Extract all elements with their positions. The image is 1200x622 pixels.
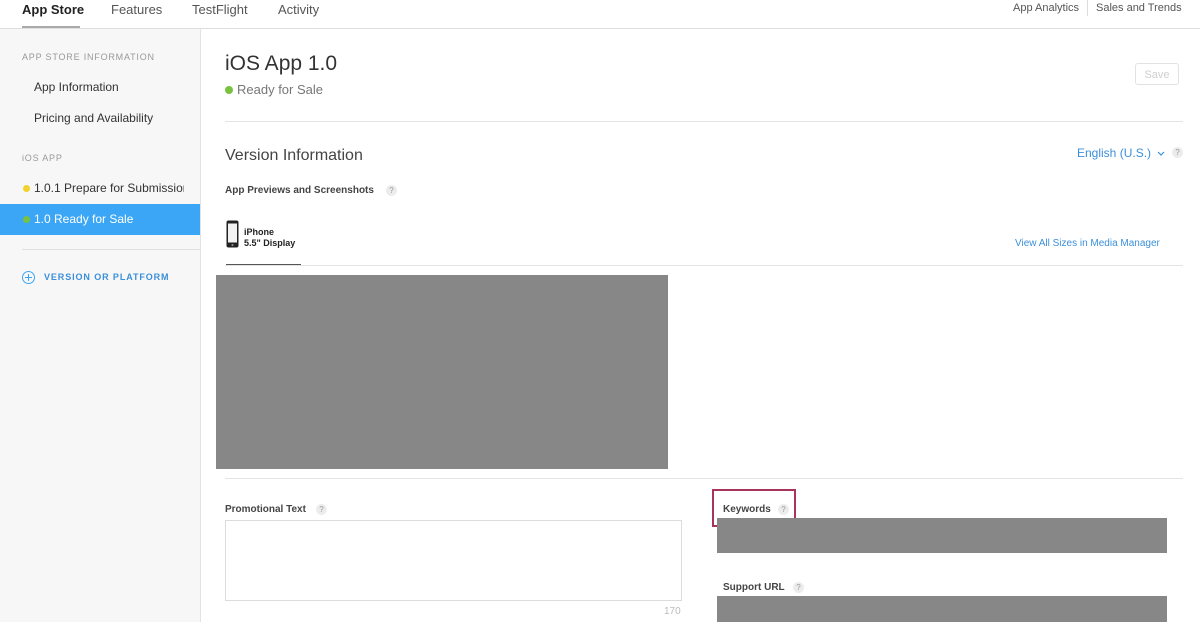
help-icon[interactable]: ? bbox=[778, 504, 789, 515]
help-icon[interactable]: ? bbox=[386, 185, 397, 196]
sidebar-item-version-1-0[interactable]: 1.0 Ready for Sale bbox=[0, 204, 200, 235]
section-title: Version Information bbox=[225, 147, 363, 164]
support-url-label: Support URL bbox=[723, 582, 785, 593]
plus-circle-icon bbox=[22, 271, 35, 284]
status-dot-prepare bbox=[23, 185, 30, 192]
help-icon[interactable]: ? bbox=[316, 504, 327, 515]
status-text: Ready for Sale bbox=[237, 82, 323, 97]
sidebar: APP STORE INFORMATION App Information Pr… bbox=[0, 29, 201, 622]
media-divider bbox=[225, 478, 1183, 479]
section-header-app-store-information: APP STORE INFORMATION bbox=[22, 52, 155, 62]
status-dot-ready bbox=[23, 216, 30, 223]
device-tabs-divider bbox=[225, 265, 1183, 266]
help-icon[interactable]: ? bbox=[793, 582, 804, 593]
tab-features[interactable]: Features bbox=[111, 2, 162, 17]
keywords-field[interactable] bbox=[717, 518, 1167, 553]
help-icon[interactable]: ? bbox=[1172, 147, 1183, 158]
iphone-icon bbox=[226, 220, 239, 248]
view-all-sizes-link[interactable]: View All Sizes in Media Manager bbox=[1015, 238, 1160, 249]
sidebar-item-label: 1.0 Ready for Sale bbox=[34, 212, 134, 226]
app-analytics-link[interactable]: App Analytics bbox=[1013, 2, 1079, 14]
keywords-label: Keywords bbox=[723, 504, 771, 515]
nav-divider bbox=[1087, 0, 1088, 16]
tab-activity[interactable]: Activity bbox=[278, 2, 319, 17]
screenshot-placeholder[interactable] bbox=[216, 275, 668, 469]
promotional-text-label: Promotional Text bbox=[225, 504, 306, 515]
sidebar-divider bbox=[22, 249, 200, 250]
section-header-ios-app: iOS APP bbox=[22, 153, 63, 163]
support-url-field[interactable] bbox=[717, 596, 1167, 622]
tab-app-store[interactable]: App Store bbox=[22, 2, 84, 17]
chevron-down-icon bbox=[1157, 146, 1165, 160]
device-size: 5.5" Display bbox=[244, 238, 296, 248]
sales-and-trends-link[interactable]: Sales and Trends bbox=[1096, 2, 1182, 14]
character-counter: 170 bbox=[664, 606, 681, 617]
status-dot-ready bbox=[225, 86, 233, 94]
sidebar-item-app-information[interactable]: App Information bbox=[34, 80, 119, 94]
promotional-text-field[interactable] bbox=[225, 520, 682, 601]
sidebar-item-label: 1.0.1 Prepare for Submission bbox=[34, 181, 184, 195]
language-select[interactable]: English (U.S.) bbox=[1077, 146, 1165, 160]
header-divider bbox=[225, 121, 1183, 122]
sidebar-item-pricing-availability[interactable]: Pricing and Availability bbox=[34, 111, 153, 125]
device-tab-iphone-5-5[interactable]: iPhone 5.5" Display bbox=[244, 227, 295, 249]
tab-testflight[interactable]: TestFlight bbox=[192, 2, 248, 17]
add-version-label: VERSION OR PLATFORM bbox=[44, 272, 170, 282]
top-nav: App Store Features TestFlight Activity A… bbox=[0, 0, 1200, 29]
previews-label: App Previews and Screenshots bbox=[225, 185, 374, 196]
active-tab-indicator bbox=[22, 26, 80, 28]
device-name: iPhone bbox=[244, 227, 275, 237]
page-title: iOS App 1.0 bbox=[225, 52, 338, 75]
sidebar-item-version-1-0-1[interactable]: 1.0.1 Prepare for Submission bbox=[0, 173, 200, 204]
language-label: English (U.S.) bbox=[1077, 146, 1152, 160]
save-button[interactable]: Save bbox=[1135, 63, 1179, 85]
